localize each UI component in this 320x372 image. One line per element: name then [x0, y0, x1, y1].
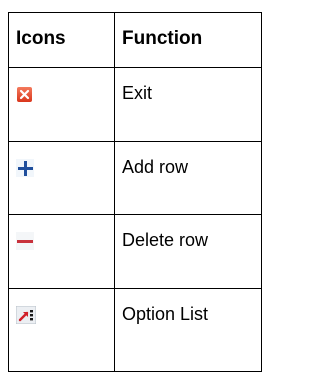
- table-row: Exit: [8, 67, 262, 142]
- table-row: Option List: [8, 288, 262, 372]
- icon-cell: [8, 288, 115, 372]
- function-cell: Add row: [114, 140, 262, 216]
- icon-cell: [8, 214, 115, 290]
- table-row: Delete row: [8, 214, 262, 290]
- icon-cell: [8, 67, 115, 142]
- function-cell: Option List: [114, 288, 262, 372]
- function-cell: Exit: [114, 67, 262, 142]
- header-function: Function: [114, 12, 262, 68]
- icon-cell: [8, 140, 115, 216]
- exit-icon: [16, 85, 34, 103]
- header-icons: Icons: [8, 12, 115, 68]
- add-row-icon: [16, 158, 34, 177]
- table-header-row: Icons Function: [8, 12, 262, 68]
- delete-row-icon: [16, 232, 34, 251]
- option-list-icon: [16, 306, 36, 325]
- icons-function-table: Icons Function Exit Add row Delete row O…: [8, 12, 262, 372]
- function-cell: Delete row: [114, 214, 262, 290]
- table-row: Add row: [8, 140, 262, 216]
